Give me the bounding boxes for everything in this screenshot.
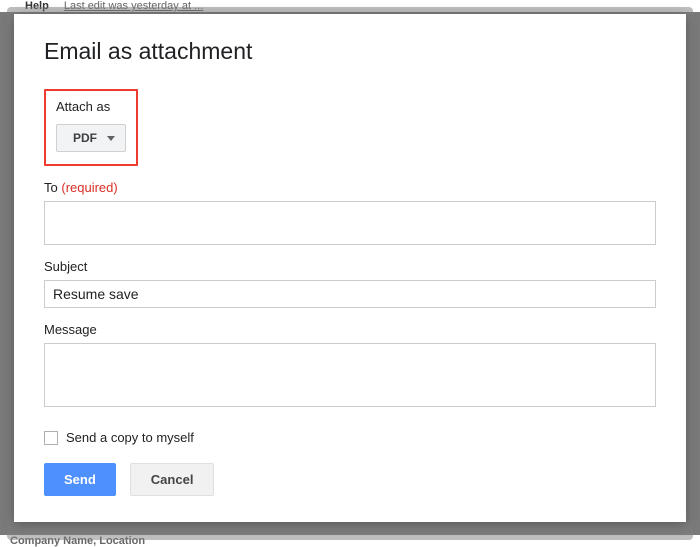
attach-as-value: PDF bbox=[73, 131, 97, 145]
email-attachment-dialog: Email as attachment Attach as PDF To (re… bbox=[14, 14, 686, 522]
chevron-down-icon bbox=[107, 136, 115, 141]
attach-as-highlight: Attach as PDF bbox=[44, 89, 138, 166]
send-copy-label: Send a copy to myself bbox=[66, 430, 194, 445]
to-input[interactable] bbox=[44, 201, 656, 245]
attach-as-dropdown[interactable]: PDF bbox=[56, 124, 126, 152]
message-label: Message bbox=[44, 322, 656, 337]
dialog-title: Email as attachment bbox=[44, 38, 656, 65]
send-copy-checkbox[interactable] bbox=[44, 431, 58, 445]
dialog-actions: Send Cancel bbox=[44, 463, 656, 496]
to-label: To (required) bbox=[44, 180, 656, 195]
subject-label: Subject bbox=[44, 259, 656, 274]
send-button[interactable]: Send bbox=[44, 463, 116, 496]
message-input[interactable] bbox=[44, 343, 656, 407]
cancel-button[interactable]: Cancel bbox=[130, 463, 215, 496]
attach-as-label: Attach as bbox=[56, 99, 126, 114]
to-required: (required) bbox=[61, 180, 117, 195]
subject-input[interactable] bbox=[44, 280, 656, 308]
